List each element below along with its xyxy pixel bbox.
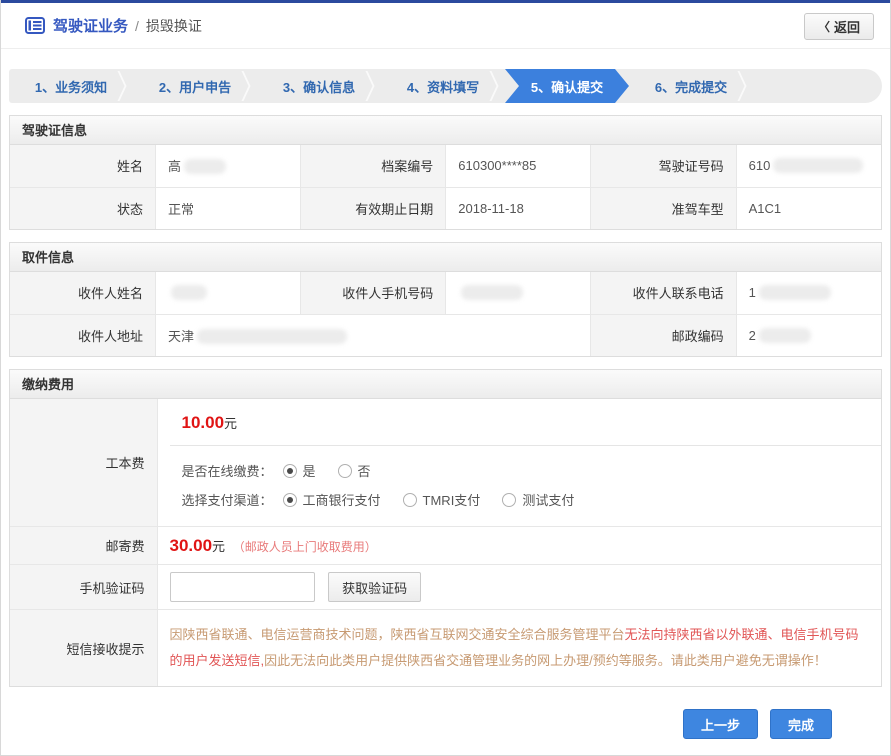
expiry-value: 2018-11-18 (446, 187, 591, 229)
postcode-value: 2 (736, 314, 881, 356)
sms-notice-text: 因陕西省联通、电信运营商技术问题，陕西省互联网交通安全综合服务管理平台无法向持陕… (157, 610, 881, 687)
radio-icbc[interactable] (283, 493, 297, 507)
back-button[interactable]: 〈 返回 (804, 13, 874, 40)
vehicle-type-label: 准驾车型 (591, 187, 736, 229)
back-button-label: 返回 (834, 17, 860, 36)
step-5-confirm-submit[interactable]: 5、确认提交 (505, 69, 629, 103)
status-label: 状态 (10, 187, 155, 229)
step-bar-filler (753, 69, 882, 103)
radio-no[interactable] (338, 464, 352, 478)
payment-options: 是否在线缴费： 是 否 选择支付渠道： (170, 446, 882, 526)
redacted-value (197, 329, 347, 344)
recipient-phone-value: 1 (736, 272, 881, 314)
fees-panel: 缴纳费用 工本费 10.00元 是否在线缴费： 是 (9, 369, 882, 687)
table-row: 工本费 10.00元 是否在线缴费： 是 (10, 399, 881, 527)
postage-fee-unit: 元 (212, 539, 225, 554)
finish-button[interactable]: 完成 (770, 709, 832, 739)
table-row: 收件人姓名 收件人手机号码 收件人联系电话 1 (10, 272, 881, 314)
pickup-info-panel: 取件信息 收件人姓名 收件人手机号码 收件人联系电话 1 收件人地址 天津 邮政… (9, 242, 882, 357)
step-3-confirm-info[interactable]: 3、确认信息 (257, 69, 381, 103)
step-2-user-declaration[interactable]: 2、用户申告 (133, 69, 257, 103)
name-value: 高 (155, 145, 300, 187)
table-row: 短信接收提示 因陕西省联通、电信运营商技术问题，陕西省互联网交通安全综合服务管理… (10, 610, 881, 687)
table-row: 收件人地址 天津 邮政编码 2 (10, 314, 881, 356)
recipient-mobile-value (446, 272, 591, 314)
recipient-name-label: 收件人姓名 (10, 272, 155, 314)
expiry-label: 有效期止日期 (300, 187, 445, 229)
step-1-business-notice[interactable]: 1、业务须知 (9, 69, 133, 103)
radio-yes[interactable] (283, 464, 297, 478)
pay-channel-question-row: 选择支付渠道： 工商银行支付 TMRI支付 测试支付 (182, 485, 870, 514)
production-fee-amount-line: 10.00元 (170, 399, 882, 446)
breadcrumb-separator: / (135, 18, 139, 34)
postage-fee-label: 邮寄费 (10, 527, 157, 565)
pay-channel-option-icbc[interactable]: 工商银行支付 (283, 490, 381, 509)
production-fee-cell: 10.00元 是否在线缴费： 是 否 (157, 399, 881, 527)
sms-notice-part3: 因此无法向此类用户提供陕西省交通管理业务的网上办理/预约等服务。请此类用户避免无… (264, 653, 827, 668)
radio-test[interactable] (502, 493, 516, 507)
production-fee-unit: 元 (224, 416, 237, 431)
online-pay-question: 是否在线缴费： (182, 461, 273, 480)
pay-channel-option-tmri[interactable]: TMRI支付 (403, 490, 481, 509)
license-business-icon (25, 17, 45, 34)
step-4-fill-data[interactable]: 4、资料填写 (381, 69, 505, 103)
recipient-mobile-label: 收件人手机号码 (300, 272, 445, 314)
pickup-info-title: 取件信息 (10, 243, 881, 272)
table-row: 状态 正常 有效期止日期 2018-11-18 准驾车型 A1C1 (10, 187, 881, 229)
previous-step-button[interactable]: 上一步 (683, 709, 758, 739)
postage-fee-cell: 30.00元 （邮政人员上门收取费用） (157, 527, 881, 565)
license-info-table: 姓名 高 档案编号 610300****85 驾驶证号码 610 状态 正常 有… (10, 145, 881, 229)
step-6-complete-submit[interactable]: 6、完成提交 (629, 69, 753, 103)
fees-title: 缴纳费用 (10, 370, 881, 399)
table-row: 邮寄费 30.00元 （邮政人员上门收取费用） (10, 527, 881, 565)
radio-tmri[interactable] (403, 493, 417, 507)
footer-actions: 上一步 完成 (1, 709, 890, 739)
get-captcha-button[interactable]: 获取验证码 (328, 572, 421, 602)
online-pay-question-row: 是否在线缴费： 是 否 (182, 456, 870, 485)
pickup-info-table: 收件人姓名 收件人手机号码 收件人联系电话 1 收件人地址 天津 邮政编码 2 (10, 272, 881, 356)
license-number-value: 610 (736, 145, 881, 187)
redacted-value (759, 285, 831, 300)
license-info-title: 驾驶证信息 (10, 116, 881, 145)
vehicle-type-value: A1C1 (736, 187, 881, 229)
postage-fee-note: （邮政人员上门收取费用） (233, 540, 377, 554)
redacted-value (184, 159, 226, 174)
pay-channel-question: 选择支付渠道： (182, 490, 273, 509)
fees-table: 工本费 10.00元 是否在线缴费： 是 (10, 399, 881, 686)
production-fee-amount: 10.00 (182, 413, 225, 432)
file-number-label: 档案编号 (300, 145, 445, 187)
captcha-label: 手机验证码 (10, 565, 157, 610)
recipient-phone-label: 收件人联系电话 (591, 272, 736, 314)
redacted-value (461, 285, 523, 300)
name-label: 姓名 (10, 145, 155, 187)
redacted-value (759, 328, 811, 343)
table-row: 手机验证码 获取验证码 (10, 565, 881, 610)
postage-fee-amount: 30.00 (170, 536, 213, 555)
recipient-address-label: 收件人地址 (10, 314, 155, 356)
file-number-value: 610300****85 (446, 145, 591, 187)
production-fee-label: 工本费 (10, 399, 157, 527)
sms-notice-part1: 因陕西省联通、电信运营商技术问题，陕西省互联网交通安全综合服务管理平台 (170, 627, 625, 642)
recipient-address-value: 天津 (155, 314, 590, 356)
pay-channel-option-test[interactable]: 测试支付 (502, 490, 574, 509)
redacted-value (773, 158, 863, 173)
page-header: 驾驶证业务 / 损毁换证 〈 返回 (1, 3, 890, 49)
license-number-label: 驾驶证号码 (591, 145, 736, 187)
recipient-name-value (155, 272, 300, 314)
license-info-panel: 驾驶证信息 姓名 高 档案编号 610300****85 驾驶证号码 610 状… (9, 115, 882, 230)
captcha-input[interactable] (170, 572, 315, 602)
redacted-value (171, 285, 207, 300)
table-row: 姓名 高 档案编号 610300****85 驾驶证号码 610 (10, 145, 881, 187)
online-pay-option-no[interactable]: 否 (338, 461, 371, 480)
page-title: 驾驶证业务 (53, 15, 128, 36)
chevron-left-icon: 〈 (818, 18, 830, 35)
status-value: 正常 (155, 187, 300, 229)
sms-notice-label: 短信接收提示 (10, 610, 157, 687)
page: 驾驶证业务 / 损毁换证 〈 返回 1、业务须知 2、用户申告 3、确认信息 4… (0, 0, 891, 756)
online-pay-option-yes[interactable]: 是 (283, 461, 316, 480)
postcode-label: 邮政编码 (591, 314, 736, 356)
step-wizard: 1、业务须知 2、用户申告 3、确认信息 4、资料填写 5、确认提交 6、完成提… (9, 69, 882, 103)
captcha-cell: 获取验证码 (157, 565, 881, 610)
breadcrumb-current: 损毁换证 (146, 16, 202, 36)
